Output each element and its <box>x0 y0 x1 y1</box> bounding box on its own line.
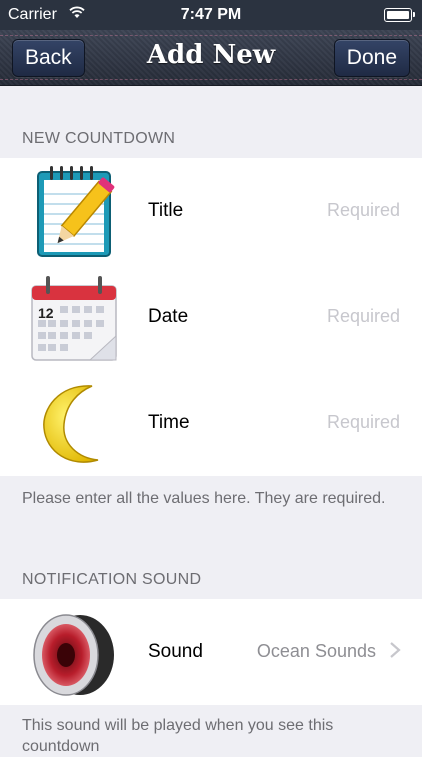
notepad-pencil-icon <box>28 164 120 260</box>
title-row[interactable]: Title Required <box>0 158 422 264</box>
status-bar: Carrier 7:47 PM <box>0 0 422 30</box>
speaker-icon <box>28 605 120 701</box>
date-label: Date <box>148 306 189 327</box>
clock: 7:47 PM <box>180 6 242 23</box>
battery-icon <box>384 8 415 22</box>
time-label: Time <box>148 412 190 433</box>
time-row[interactable]: Time Required <box>0 370 422 476</box>
section-header-notification-sound: NOTIFICATION SOUND <box>22 571 202 588</box>
notification-sound-footer: This sound will be played when you see t… <box>22 717 334 755</box>
calendar-icon: 12 <box>28 270 120 366</box>
svg-text:12: 12 <box>38 305 54 321</box>
new-countdown-footer: Please enter all the values here. They a… <box>22 490 386 507</box>
new-countdown-group: Title Required 12 Date Required Time Req… <box>0 158 422 476</box>
time-input[interactable]: Required <box>327 412 400 433</box>
title-label: Title <box>148 200 184 221</box>
sound-row[interactable]: Sound Ocean Sounds <box>0 599 422 705</box>
done-button[interactable]: Done <box>333 39 410 77</box>
date-input[interactable]: Required <box>327 306 400 327</box>
sound-value: Ocean Sounds <box>256 641 376 661</box>
sound-label: Sound <box>148 641 203 662</box>
moon-icon <box>28 376 120 472</box>
section-header-new-countdown: NEW COUNTDOWN <box>22 130 176 147</box>
notification-sound-group: Sound Ocean Sounds <box>0 599 422 705</box>
date-row[interactable]: 12 Date Required <box>0 264 422 370</box>
title-input[interactable]: Required <box>327 200 400 221</box>
chevron-right-icon <box>388 640 402 660</box>
navigation-bar: Back Add New Done <box>0 30 422 86</box>
